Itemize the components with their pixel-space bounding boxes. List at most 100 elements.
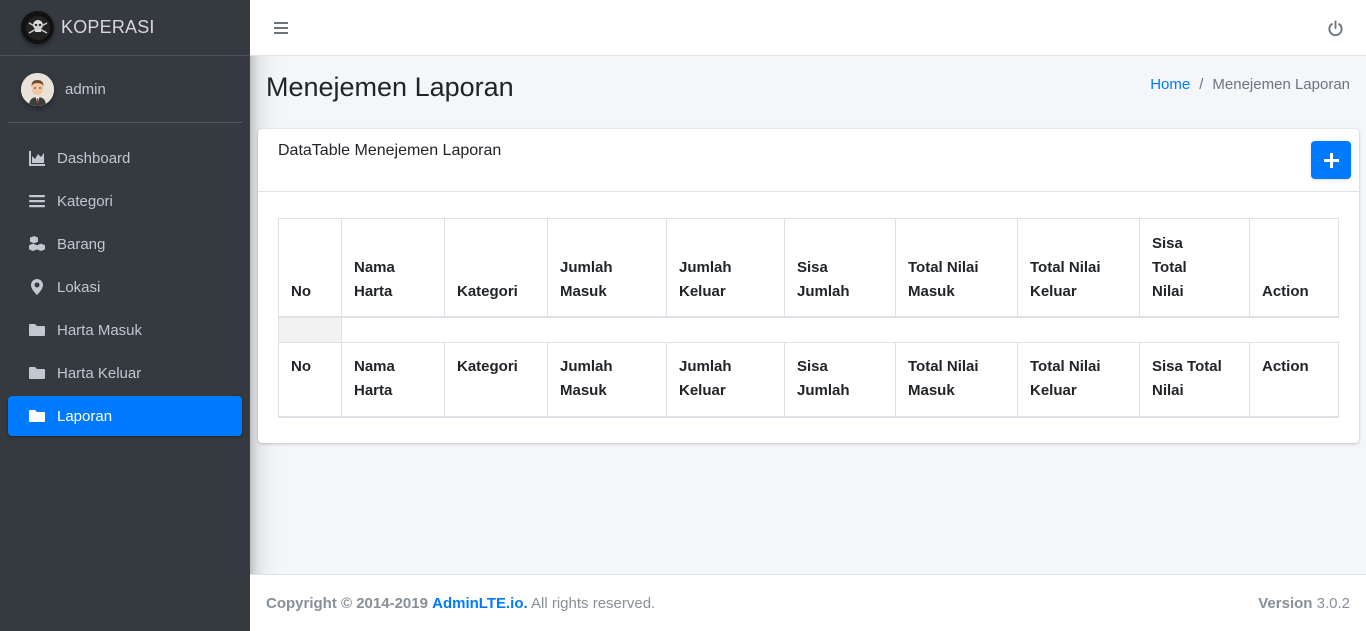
footer-copyright: Copyright © 2014-2019 AdminLTE.io. All r… bbox=[266, 595, 655, 612]
column-header-label: Keluar bbox=[1030, 282, 1077, 300]
column-footer-label: No bbox=[291, 358, 311, 375]
column-header-cell[interactable]: Sisa Total Nilai bbox=[1139, 218, 1250, 318]
sidebar-item-kategori[interactable]: Kategori bbox=[8, 181, 242, 221]
breadcrumb-current: Menejemen Laporan bbox=[1212, 76, 1350, 93]
column-footer-label: Harta bbox=[354, 382, 393, 399]
table-empty-cell bbox=[278, 316, 342, 343]
column-footer-label: Sisa Jumlah bbox=[797, 358, 850, 399]
column-footer-cell[interactable]: Total Nilai Masuk bbox=[895, 342, 1018, 418]
column-header-label: Kategori bbox=[457, 282, 518, 300]
top-navbar bbox=[250, 0, 1366, 56]
area-chart-icon bbox=[28, 149, 46, 167]
column-footer-cell[interactable]: Jumlah Keluar bbox=[666, 342, 785, 418]
column-header-cell[interactable]: Total Nilai Keluar bbox=[1017, 218, 1140, 318]
sidebar-item-label: Lokasi bbox=[57, 278, 101, 296]
adminlte-link[interactable]: AdminLTE.io. bbox=[432, 595, 528, 612]
column-header-label: Jumlah bbox=[797, 282, 850, 300]
version-number: 3.0.2 bbox=[1316, 595, 1350, 612]
menu-toggle-button[interactable] bbox=[272, 17, 290, 39]
column-footer-label: Masuk bbox=[908, 382, 955, 399]
column-header-label: Keluar bbox=[679, 282, 726, 300]
column-footer-cell[interactable]: Kategori bbox=[444, 342, 548, 418]
column-header-label: Total Nilai bbox=[908, 258, 979, 276]
content-wrapper: Menejemen Laporan Home / Menejemen Lapor… bbox=[250, 56, 1366, 574]
card-header: DataTable Menejemen Laporan bbox=[258, 129, 1359, 192]
column-footer-cell[interactable]: Sisa Jumlah bbox=[784, 342, 896, 418]
sidebar-item-label: Dashboard bbox=[57, 149, 131, 167]
hamburger-icon bbox=[274, 22, 288, 34]
sidebar-item-label: Harta Masuk bbox=[57, 321, 143, 339]
sidebar-item-label: Harta Keluar bbox=[57, 364, 142, 382]
column-header-cell[interactable]: Jumlah Masuk bbox=[547, 218, 667, 318]
version-label: Version bbox=[1258, 595, 1313, 612]
brand-logo-icon bbox=[21, 11, 54, 44]
column-header-label: Masuk bbox=[908, 282, 955, 300]
column-footer-label: Sisa Total bbox=[1152, 358, 1222, 375]
table-empty-row bbox=[278, 316, 1339, 343]
folder-icon bbox=[28, 321, 46, 339]
column-header-cell[interactable]: Total Nilai Masuk bbox=[895, 218, 1018, 318]
column-header-cell[interactable]: Sisa Jumlah bbox=[784, 218, 896, 318]
sidebar-item-label: Laporan bbox=[57, 407, 113, 425]
rights-text: All rights reserved. bbox=[531, 595, 656, 612]
column-header-label: Harta bbox=[354, 282, 393, 300]
column-header-cell[interactable]: Jumlah Keluar bbox=[666, 218, 785, 318]
user-panel[interactable]: admin bbox=[8, 56, 242, 123]
user-name: admin bbox=[65, 80, 106, 98]
folder-icon bbox=[28, 364, 46, 382]
breadcrumb-separator: / bbox=[1199, 76, 1204, 93]
folder-icon bbox=[28, 407, 46, 425]
column-header-label: Jumlah bbox=[679, 258, 732, 276]
footer-version: Version 3.0.2 bbox=[1258, 595, 1350, 612]
copyright-text: Copyright © 2014-2019 bbox=[266, 595, 428, 612]
plus-icon bbox=[1323, 152, 1339, 168]
sidebar-item-label: Barang bbox=[57, 235, 106, 253]
column-footer-label: Action bbox=[1262, 358, 1309, 375]
main-sidebar: KOPERASI admin Dashboard Kategori Barang… bbox=[0, 0, 250, 631]
sidebar-item-lokasi[interactable]: Lokasi bbox=[8, 267, 242, 307]
column-footer-cell[interactable]: Action bbox=[1249, 342, 1339, 418]
page-title: Menejemen Laporan bbox=[266, 72, 514, 102]
column-header-cell[interactable]: No bbox=[278, 218, 342, 318]
table-footer-row: No Nama Harta Kategori Jumlah Masuk Jumlah Kelu… bbox=[278, 342, 1339, 418]
datatable-card: DataTable Menejemen Laporan No Nama Harta K… bbox=[258, 129, 1359, 443]
column-header-cell[interactable]: Kategori bbox=[444, 218, 548, 318]
add-report-button[interactable] bbox=[1311, 141, 1351, 179]
column-footer-label: Jumlah bbox=[679, 358, 732, 375]
sidebar-item-harta-keluar[interactable]: Harta Keluar bbox=[8, 353, 242, 393]
table-header-row: No Nama Harta Kategori Jumlah Masuk Jumlah Kelu… bbox=[278, 218, 1339, 318]
logout-button[interactable] bbox=[1326, 17, 1344, 39]
column-header-cell[interactable]: Action bbox=[1249, 218, 1339, 318]
sidebar-item-laporan[interactable]: Laporan bbox=[8, 396, 242, 436]
column-header-label: Sisa bbox=[797, 258, 828, 276]
report-table: No Nama Harta Kategori Jumlah Masuk Jumlah Kelu… bbox=[278, 218, 1339, 418]
column-header-label: Masuk bbox=[560, 282, 607, 300]
report-table-wrapper: No Nama Harta Kategori Jumlah Masuk Jumlah Kelu… bbox=[278, 218, 1339, 418]
column-footer-cell[interactable]: Total Nilai Keluar bbox=[1017, 342, 1140, 418]
breadcrumb: Home / Menejemen Laporan bbox=[1150, 76, 1350, 93]
column-footer-cell[interactable]: Sisa Total Nilai bbox=[1139, 342, 1250, 418]
sidebar-item-dashboard[interactable]: Dashboard bbox=[8, 138, 242, 178]
column-footer-label: Nilai bbox=[1152, 382, 1184, 399]
sidebar-item-harta-masuk[interactable]: Harta Masuk bbox=[8, 310, 242, 350]
column-footer-cell[interactable]: Nama Harta bbox=[341, 342, 445, 418]
column-footer-label: Nama bbox=[354, 358, 395, 375]
column-footer-cell[interactable]: No bbox=[278, 342, 342, 418]
column-header-label: Nama bbox=[354, 258, 395, 276]
column-footer-cell[interactable]: Jumlah Masuk bbox=[547, 342, 667, 418]
column-header-label: Jumlah bbox=[560, 258, 613, 276]
column-header-cell[interactable]: Nama Harta bbox=[341, 218, 445, 318]
card-title: DataTable Menejemen Laporan bbox=[278, 142, 502, 159]
cubes-icon bbox=[28, 235, 46, 253]
brand-link[interactable]: KOPERASI bbox=[0, 0, 250, 56]
column-header-label: Sisa bbox=[1152, 234, 1183, 252]
column-footer-label: Total Nilai bbox=[908, 358, 979, 375]
column-footer-label: Jumlah bbox=[560, 358, 613, 375]
main-footer: Copyright © 2014-2019 AdminLTE.io. All r… bbox=[250, 574, 1366, 631]
sidebar-nav: Dashboard Kategori Barang Lokasi Harta M… bbox=[0, 138, 250, 436]
avatar bbox=[21, 72, 54, 106]
sidebar-item-barang[interactable]: Barang bbox=[8, 224, 242, 264]
table-empty-cell bbox=[341, 316, 1339, 343]
breadcrumb-home-link[interactable]: Home bbox=[1150, 76, 1190, 93]
brand-text: KOPERASI bbox=[61, 17, 155, 37]
